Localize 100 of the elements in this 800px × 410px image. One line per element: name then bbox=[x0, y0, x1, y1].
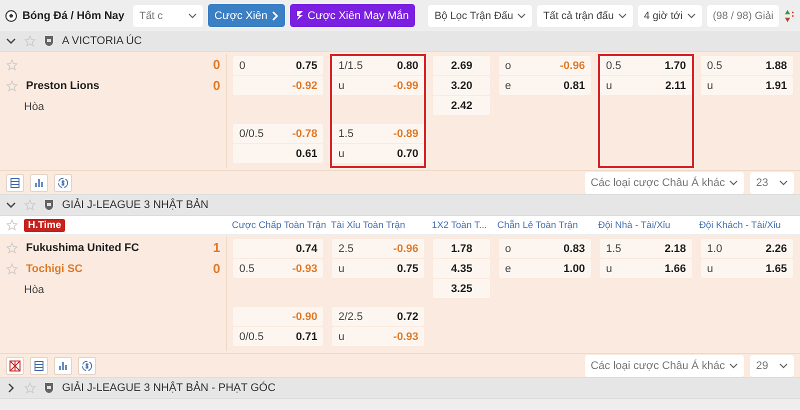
market-select[interactable]: Tất c bbox=[133, 4, 204, 26]
team-name: Tochigi SC bbox=[26, 262, 84, 274]
filter-select[interactable]: 4 giờ tới bbox=[638, 4, 702, 26]
parlay-button[interactable]: Cược Xiên bbox=[208, 4, 285, 27]
list-icon[interactable] bbox=[30, 356, 48, 374]
count-select[interactable]: 23 bbox=[750, 172, 794, 194]
star-icon[interactable] bbox=[6, 58, 18, 70]
odds-value: -0.96 bbox=[560, 60, 585, 72]
odds-cell[interactable]: 1.0 2.26 bbox=[701, 239, 794, 258]
bar-chart-icon[interactable] bbox=[30, 174, 48, 192]
odds-cell[interactable]: 0.61 bbox=[233, 144, 324, 163]
odds-cell[interactable]: u 0.70 bbox=[332, 144, 424, 163]
odds-cell[interactable]: 3.20 bbox=[433, 76, 490, 95]
odds-cell[interactable]: 1.5 -0.89 bbox=[332, 124, 424, 143]
odds-cell[interactable]: u 2.11 bbox=[600, 76, 692, 95]
chevron-down-icon[interactable] bbox=[6, 200, 16, 210]
team-score: 1 bbox=[213, 240, 220, 255]
odds-value: -0.78 bbox=[292, 128, 318, 140]
sort-icon[interactable] bbox=[784, 8, 796, 24]
league-header[interactable]: GIẢI J-LEAGUE 3 NHẬT BẢN bbox=[0, 195, 800, 216]
line-label: 1.5 bbox=[338, 128, 354, 140]
odds-cell[interactable]: u 1.91 bbox=[701, 76, 794, 95]
odds-cell[interactable]: o -0.96 bbox=[498, 56, 591, 75]
filter-select[interactable]: Tất cả trận đấu bbox=[537, 4, 633, 26]
line-label: 0.5 bbox=[239, 262, 255, 274]
team-score: 0 bbox=[213, 78, 220, 93]
chevron-right-icon[interactable] bbox=[6, 383, 16, 393]
odds-cell[interactable]: u -0.93 bbox=[332, 327, 424, 346]
odds-cell[interactable]: 3.25 bbox=[433, 279, 490, 298]
odds-cell[interactable]: e 0.81 bbox=[498, 76, 591, 95]
column-header: 1X2 Toàn T... bbox=[432, 220, 488, 230]
line-label: 1/1.5 bbox=[338, 60, 363, 72]
odds-cell[interactable]: 0 0.75 bbox=[233, 56, 324, 75]
line-label: 0/0.5 bbox=[239, 330, 264, 342]
odds-cell[interactable]: 2/2.5 0.72 bbox=[332, 307, 424, 326]
odds-cell[interactable]: 2.5 -0.96 bbox=[332, 239, 424, 258]
dollar-cycle-icon[interactable] bbox=[54, 174, 72, 192]
line-label: u bbox=[606, 262, 612, 274]
odds-cell[interactable]: e 1.00 bbox=[498, 259, 591, 278]
odds-cell[interactable]: 0.74 bbox=[233, 239, 324, 258]
column-header: Tài Xỉu Toàn Trận bbox=[330, 220, 406, 230]
odds-cell[interactable]: 0.5 -0.93 bbox=[233, 259, 324, 278]
league-header[interactable]: A VICTORIA ÚC bbox=[0, 31, 800, 52]
star-icon[interactable] bbox=[6, 262, 18, 274]
odds-cell[interactable]: u -0.99 bbox=[332, 76, 424, 95]
star-icon[interactable] bbox=[6, 80, 18, 92]
odds-cell[interactable]: 2.42 bbox=[433, 96, 490, 115]
odds-cell[interactable]: 0/0.5 0.71 bbox=[233, 327, 324, 346]
odds-cell[interactable]: 0.5 1.70 bbox=[600, 56, 692, 75]
filter-select[interactable]: Bộ Lọc Trận Đấu bbox=[428, 4, 532, 26]
odds-cell[interactable]: o 0.83 bbox=[498, 239, 591, 258]
odds-cell[interactable]: 0.5 1.88 bbox=[701, 56, 794, 75]
line-label: e bbox=[504, 262, 512, 274]
odds-cell[interactable]: u 0.75 bbox=[332, 259, 424, 278]
odds-cell[interactable]: u 1.65 bbox=[701, 259, 794, 278]
odds-value: 0.74 bbox=[296, 242, 318, 254]
odds-value: -0.93 bbox=[393, 330, 418, 342]
line-label: 0/0.5 bbox=[239, 128, 264, 140]
bet-type-select[interactable]: Các loại cược Châu Á khác bbox=[584, 354, 744, 376]
odds-value: 1.78 bbox=[450, 242, 472, 254]
chevron-down-icon[interactable] bbox=[6, 36, 16, 46]
odds-value: -0.89 bbox=[393, 128, 418, 140]
league-logo-icon bbox=[44, 199, 54, 211]
odds-cell[interactable]: 1/1.5 0.80 bbox=[332, 56, 424, 75]
star-icon[interactable] bbox=[24, 35, 36, 47]
odds-value: 0.72 bbox=[396, 310, 418, 322]
odds-cell[interactable]: 4.35 bbox=[433, 259, 490, 278]
bar-chart-icon[interactable] bbox=[54, 356, 72, 374]
line-label: u bbox=[707, 80, 714, 92]
chevron-right-icon bbox=[272, 10, 279, 20]
star-icon[interactable] bbox=[6, 242, 18, 254]
caret-icon bbox=[779, 362, 788, 368]
odds-cell[interactable]: 1.78 bbox=[433, 239, 490, 258]
grid-icon[interactable] bbox=[6, 356, 24, 374]
odds-cell[interactable]: 1.5 2.18 bbox=[600, 239, 692, 258]
list-icon[interactable] bbox=[6, 174, 24, 192]
bet-type-select[interactable]: Các loại cược Châu Á khác bbox=[584, 172, 744, 194]
league-name: GIẢI J-LEAGUE 3 NHẬT BẢN - PHẠT GÓC bbox=[62, 382, 276, 394]
dollar-cycle-icon[interactable] bbox=[78, 356, 96, 374]
odds-cell[interactable]: 2.69 bbox=[433, 56, 490, 75]
odds-value: 1.66 bbox=[664, 262, 686, 274]
lucky-parlay-button[interactable]: Cược Xiên May Mắn bbox=[290, 4, 415, 27]
odds-value: 3.25 bbox=[450, 282, 472, 294]
line-label: 0.5 bbox=[707, 60, 722, 72]
league-header[interactable]: GIẢI J-LEAGUE 3 NHẬT BẢN - PHẠT GÓC bbox=[0, 378, 800, 399]
odds-value: -0.93 bbox=[292, 262, 318, 274]
star-icon[interactable] bbox=[24, 382, 36, 394]
caret-icon bbox=[729, 362, 738, 368]
line-label: 1.5 bbox=[606, 242, 622, 254]
odds-cell[interactable]: 0/0.5 -0.78 bbox=[233, 124, 324, 143]
star-icon[interactable] bbox=[24, 199, 36, 211]
odds-cell[interactable]: u 1.66 bbox=[600, 259, 692, 278]
caret-icon bbox=[779, 180, 788, 186]
column-header: Cược Chấp Toàn Trận bbox=[232, 220, 326, 230]
star-icon[interactable] bbox=[6, 219, 18, 231]
league-count[interactable]: (98 / 98) Giải bbox=[706, 4, 780, 26]
count-select[interactable]: 29 bbox=[750, 354, 794, 376]
line-label: o bbox=[504, 60, 512, 72]
odds-value: 2.69 bbox=[450, 60, 472, 72]
odds-value: 2.26 bbox=[766, 242, 788, 254]
